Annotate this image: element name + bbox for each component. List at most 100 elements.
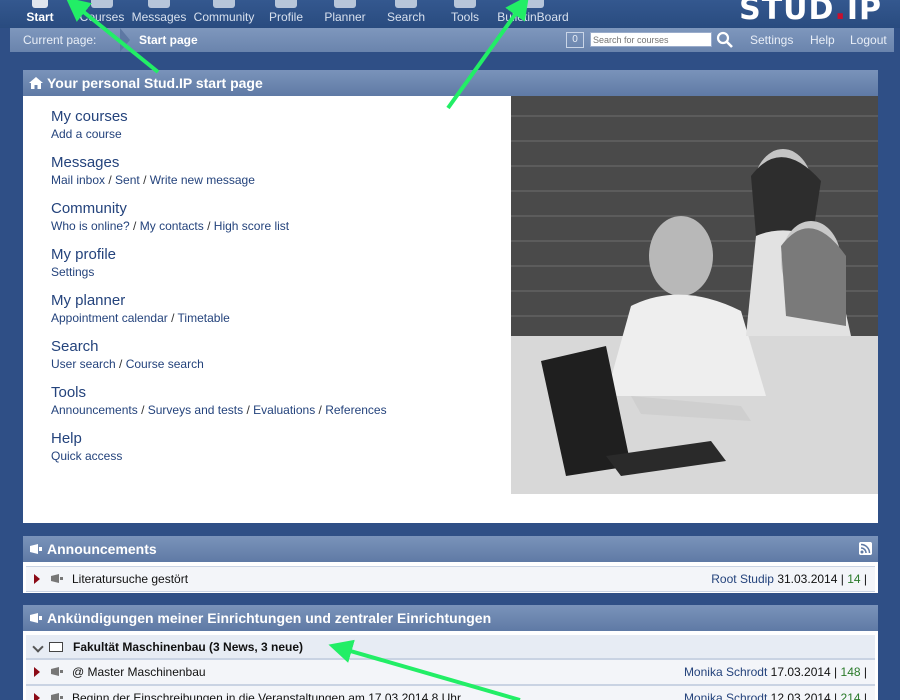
search-icon[interactable] <box>716 31 734 49</box>
start-section: My profile Settings <box>51 246 387 279</box>
news-row[interactable]: @ Master Maschinenbau Monika Schrodt 17.… <box>26 659 875 685</box>
start-section-link[interactable]: My contacts <box>140 219 204 233</box>
start-section-links: Announcements / Surveys and tests / Eval… <box>51 403 387 417</box>
start-section: Tools Announcements / Surveys and tests /… <box>51 384 387 417</box>
nav-item-label: Search <box>387 10 426 24</box>
news-author[interactable]: Monika Schrodt <box>684 665 767 679</box>
start-section-link[interactable]: Add a course <box>51 127 122 141</box>
nav-item-profile[interactable]: Profile <box>268 0 304 28</box>
message-count-badge[interactable]: 0 <box>566 32 584 48</box>
announcement-author[interactable]: Root Studip <box>711 572 774 586</box>
start-section-title[interactable]: Help <box>51 430 387 447</box>
link-separator: / <box>129 219 140 233</box>
breadcrumb-separator <box>120 28 130 52</box>
start-section-link[interactable]: Surveys and tests <box>148 403 243 417</box>
breadcrumb-label: Current page: <box>23 33 97 47</box>
announcement-date: 31.03.2014 <box>777 572 838 586</box>
start-section-link[interactable]: Settings <box>51 265 94 279</box>
nav-item-bulletinboard[interactable]: BulletinBoard <box>497 0 569 28</box>
expand-arrow-icon[interactable] <box>34 574 40 584</box>
nav-item-label: Community <box>193 10 255 24</box>
news-row[interactable]: Beginn der Einschreibungen in die Verans… <box>26 685 875 700</box>
start-section: Community Who is online? / My contacts / … <box>51 200 387 233</box>
help-link[interactable]: Help <box>810 33 835 47</box>
start-section-title[interactable]: Tools <box>51 384 387 401</box>
search-icon <box>395 0 417 8</box>
start-section-title[interactable]: My profile <box>51 246 387 263</box>
start-section-link[interactable]: Write new message <box>150 173 255 187</box>
start-page-panel: Your personal Stud.IP start page My cour… <box>23 70 878 523</box>
institute-news-header: Ankündigungen meiner Einrichtungen und z… <box>23 605 878 631</box>
start-page-header: Your personal Stud.IP start page <box>23 70 878 96</box>
institute-news-title: Ankündigungen meiner Einrichtungen und z… <box>47 610 492 626</box>
nav-item-planner[interactable]: Planner <box>324 0 366 28</box>
start-section-title[interactable]: My courses <box>51 108 387 125</box>
folder-icon <box>49 642 63 652</box>
logout-link[interactable]: Logout <box>850 33 887 47</box>
tools-icon <box>454 0 476 8</box>
start-section-link[interactable]: Course search <box>126 357 204 371</box>
start-section-link[interactable]: Sent <box>115 173 140 187</box>
news-view-count: 148 <box>840 665 861 679</box>
start-section-title[interactable]: Community <box>51 200 387 217</box>
start-section: Search User search / Course search <box>51 338 387 371</box>
link-separator: / <box>115 357 126 371</box>
expand-arrow-icon[interactable] <box>34 693 40 700</box>
start-section-link[interactable]: Announcements <box>51 403 138 417</box>
start-section-link[interactable]: Quick access <box>51 449 122 463</box>
start-section-links: Settings <box>51 265 387 279</box>
start-section-links: Mail inbox / Sent / Write new message <box>51 173 387 187</box>
start-section-link[interactable]: Appointment calendar <box>51 311 168 325</box>
home-icon <box>32 0 48 8</box>
nav-item-messages[interactable]: Messages <box>131 0 187 28</box>
nav-item-search[interactable]: Search <box>387 0 425 28</box>
nav-item-tools[interactable]: Tools <box>450 0 480 28</box>
nav-item-courses[interactable]: Courses <box>78 0 126 28</box>
start-section-link[interactable]: High score list <box>214 219 289 233</box>
settings-link[interactable]: Settings <box>750 33 793 47</box>
expand-arrow-icon[interactable] <box>34 667 40 677</box>
breadcrumb-current-page[interactable]: Start page <box>139 33 198 47</box>
start-section-link[interactable]: References <box>325 403 386 417</box>
news-group-row[interactable]: Fakultät Maschinenbau (3 News, 3 neue) <box>26 635 875 659</box>
announcements-header: Announcements <box>23 536 878 562</box>
news-group-title[interactable]: Fakultät Maschinenbau (3 News, 3 neue) <box>73 635 303 659</box>
nav-item-label: Start <box>26 10 54 24</box>
start-section-link[interactable]: Who is online? <box>51 219 130 233</box>
nav-item-start[interactable]: Start <box>26 0 54 28</box>
profile-icon <box>275 0 297 8</box>
start-section-title[interactable]: Search <box>51 338 387 355</box>
start-section-link[interactable]: Mail inbox <box>51 173 105 187</box>
community-icon <box>213 0 235 8</box>
start-section-title[interactable]: Messages <box>51 154 387 171</box>
start-section-links: Quick access <box>51 449 387 463</box>
news-title[interactable]: Beginn der Einschreibungen in die Verans… <box>72 686 461 700</box>
start-section: My planner Appointment calendar / Timetab… <box>51 292 387 325</box>
nav-item-label: Tools <box>450 10 479 24</box>
nav-item-community[interactable]: Community <box>193 0 255 28</box>
link-separator: / <box>139 173 150 187</box>
course-search-input[interactable] <box>590 32 712 47</box>
start-section-link[interactable]: User search <box>51 357 116 371</box>
start-section-title[interactable]: My planner <box>51 292 387 309</box>
start-section-links: Add a course <box>51 127 387 141</box>
news-author[interactable]: Monika Schrodt <box>684 691 767 700</box>
start-section-link[interactable]: Evaluations <box>253 403 315 417</box>
collapse-chevron-icon[interactable] <box>32 641 44 653</box>
home-icon <box>29 77 43 89</box>
nav-item-label: Planner <box>324 10 366 24</box>
news-view-count: 214 <box>840 691 861 700</box>
main-navigation: Start Courses Messages Community Profile Plan… <box>0 0 900 28</box>
news-title[interactable]: @ Master Maschinenbau <box>72 660 206 684</box>
announcement-row[interactable]: Literatursuche gestört Root Studip 31.03… <box>26 566 875 592</box>
nav-item-label: Messages <box>131 10 187 24</box>
planner-icon <box>334 0 356 8</box>
announcement-title[interactable]: Literatursuche gestört <box>72 567 188 591</box>
start-section-link[interactable]: Timetable <box>178 311 230 325</box>
rss-feed-icon[interactable] <box>859 542 872 555</box>
messages-icon <box>148 0 170 8</box>
nav-item-label: Profile <box>268 10 303 24</box>
announcement-icon <box>30 613 42 623</box>
studip-logo[interactable]: STUD.IP <box>739 0 882 27</box>
link-separator: / <box>243 403 254 417</box>
